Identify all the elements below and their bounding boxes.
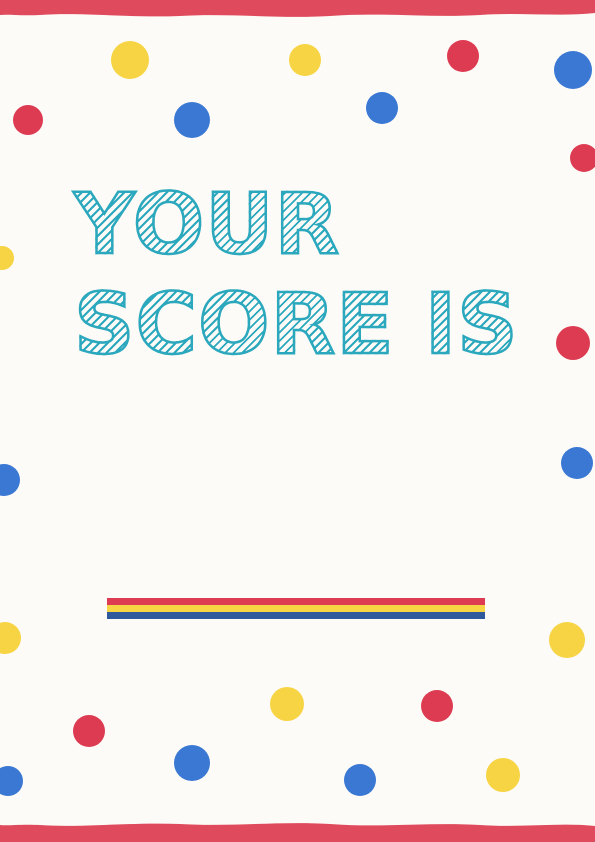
- dot-blue: [366, 92, 398, 124]
- dot-blue: [344, 764, 376, 796]
- dot-blue: [174, 745, 210, 781]
- dot-red: [421, 690, 453, 722]
- dot-yellow: [289, 44, 321, 76]
- divider-stripe-red: [107, 598, 485, 605]
- score-card: YOUR SCORE IS: [0, 0, 595, 842]
- dot-yellow: [549, 622, 585, 658]
- dot-blue: [0, 766, 23, 796]
- dot-red: [13, 105, 43, 135]
- divider-stripe-blue: [107, 612, 485, 619]
- dot-yellow: [486, 758, 520, 792]
- dot-yellow: [270, 687, 304, 721]
- dot-blue: [0, 464, 20, 496]
- divider-stripe-yellow: [107, 605, 485, 612]
- heading-line-2: SCORE IS: [73, 275, 519, 373]
- dot-red: [556, 326, 590, 360]
- heading-line-1: YOUR: [73, 175, 341, 273]
- dot-yellow: [0, 622, 21, 654]
- dot-red: [447, 40, 479, 72]
- dot-blue: [174, 102, 210, 138]
- tricolor-divider: [107, 598, 485, 620]
- dot-blue: [561, 447, 593, 479]
- dot-red: [570, 144, 595, 172]
- dot-red: [73, 715, 105, 747]
- dot-yellow: [111, 41, 149, 79]
- dot-yellow: [0, 246, 14, 270]
- dot-blue: [554, 51, 592, 89]
- confetti-dots: [0, 40, 595, 796]
